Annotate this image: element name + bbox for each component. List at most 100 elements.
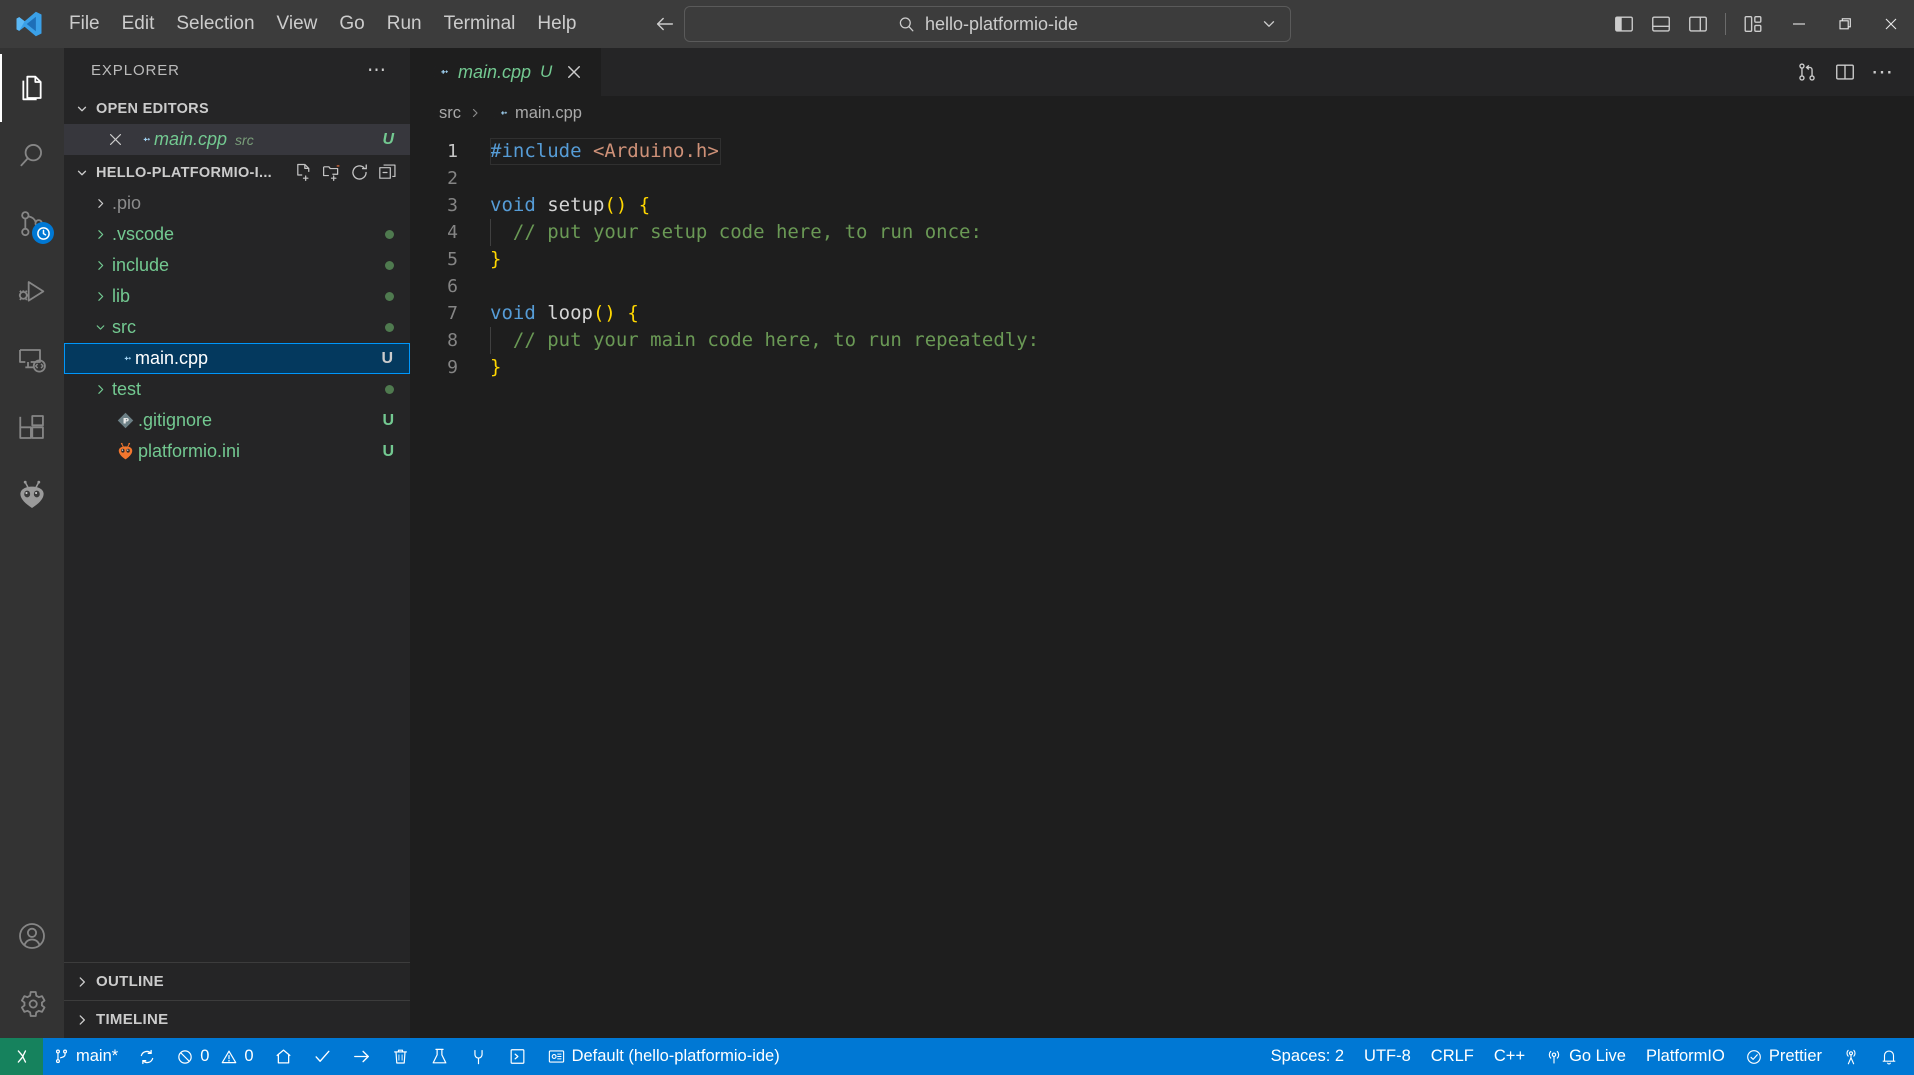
tree-item-label: lib	[112, 286, 131, 306]
menu-run[interactable]: Run	[376, 8, 433, 40]
open-editor-item[interactable]: main.cpp src U	[64, 124, 410, 155]
status-platformio-build[interactable]	[303, 1038, 342, 1075]
maximize-button[interactable]	[1822, 0, 1868, 48]
status-platformio-upload[interactable]	[342, 1038, 381, 1075]
tree-item-test[interactable]: test	[64, 374, 410, 405]
tree-item-gitignore[interactable]: .gitignore U	[64, 405, 410, 436]
code-line: }	[472, 246, 1914, 273]
tree-item-label: platformio.ini	[138, 441, 241, 461]
ellipsis-icon[interactable]: ⋯	[361, 55, 394, 86]
status-remote-tunnel[interactable]	[1832, 1038, 1870, 1075]
command-center[interactable]: hello-platformio-ide	[684, 6, 1291, 42]
tree-item-vscode[interactable]: .vscode	[64, 219, 410, 250]
collapse-all-icon[interactable]	[376, 162, 398, 184]
activitybar-item-run-and-debug[interactable]	[0, 258, 64, 326]
activitybar-item-search[interactable]	[0, 122, 64, 190]
status-git-sync[interactable]	[128, 1038, 166, 1075]
section-workspace-folder[interactable]: HELLO-PLATFORMIO-I...	[64, 157, 410, 188]
close-icon[interactable]	[102, 131, 128, 148]
warning-icon	[220, 1048, 238, 1066]
refresh-icon[interactable]	[348, 162, 370, 184]
status-platformio-home[interactable]	[264, 1038, 303, 1075]
status-language-mode[interactable]: C++	[1484, 1038, 1535, 1075]
folder-actions	[292, 162, 410, 184]
files-icon	[16, 72, 48, 104]
title-bar: File Edit Selection View Go Run Terminal…	[0, 0, 1914, 48]
tree-item-src[interactable]: src	[64, 312, 410, 343]
breadcrumb-item-main-cpp[interactable]: main.cpp	[489, 104, 582, 123]
status-platformio-project-env[interactable]: Default (hello-platformio-ide)	[537, 1038, 790, 1075]
status-eol[interactable]: CRLF	[1421, 1038, 1484, 1075]
close-button[interactable]	[1868, 0, 1914, 48]
line-number: 9	[447, 357, 458, 378]
ellipsis-icon[interactable]: ⋯	[1866, 55, 1900, 89]
tree-item-platformio-ini[interactable]: platformio.ini U	[64, 436, 410, 467]
activitybar-item-platformio[interactable]	[0, 462, 64, 530]
tree-item-lib[interactable]: lib	[64, 281, 410, 312]
back-arrow-icon[interactable]	[648, 9, 682, 39]
title-bar-right	[1607, 0, 1914, 48]
status-remote-indicator[interactable]	[0, 1038, 43, 1075]
status-go-live-label: Go Live	[1569, 1047, 1626, 1065]
code-content[interactable]: #include <Arduino.h> void setup() { // p…	[472, 130, 1914, 1038]
menu-help[interactable]: Help	[526, 8, 587, 40]
layout-customize-icon[interactable]	[1736, 7, 1770, 41]
layout-sidebar-left-icon[interactable]	[1607, 7, 1641, 41]
code-token: ()	[592, 302, 616, 324]
cpp-icon	[428, 62, 449, 83]
status-problems[interactable]: 0 0	[166, 1038, 263, 1075]
tab-main-cpp[interactable]: main.cpp U	[410, 48, 603, 96]
chevron-right-icon	[88, 290, 112, 303]
close-icon[interactable]	[561, 59, 587, 85]
breadcrumb-item-src[interactable]: src	[439, 104, 461, 123]
status-branch-label: main*	[76, 1047, 119, 1065]
code-token: }	[490, 356, 502, 378]
menu-edit[interactable]: Edit	[111, 8, 166, 40]
activitybar-item-remote-explorer[interactable]	[0, 326, 64, 394]
status-notifications[interactable]	[1870, 1038, 1914, 1075]
tree-item-include[interactable]: include	[64, 250, 410, 281]
menu-terminal[interactable]: Terminal	[433, 8, 527, 40]
tree-item-main-cpp[interactable]: main.cpp U	[64, 343, 410, 374]
chevron-right-icon	[88, 383, 112, 396]
status-prettier[interactable]: Prettier	[1735, 1038, 1832, 1075]
status-go-live[interactable]: Go Live	[1535, 1038, 1636, 1075]
new-folder-icon[interactable]	[320, 162, 342, 184]
minimize-button[interactable]	[1776, 0, 1822, 48]
section-timeline[interactable]: TIMELINE	[64, 1000, 410, 1038]
activitybar-item-extensions[interactable]	[0, 394, 64, 462]
status-git-branch[interactable]: main*	[43, 1038, 128, 1075]
tree-item-pio[interactable]: .pio	[64, 188, 410, 219]
tab-label: main.cpp	[458, 61, 532, 82]
status-platformio-clean[interactable]	[381, 1038, 420, 1075]
activitybar-item-accounts[interactable]	[0, 902, 64, 970]
status-indentation[interactable]: Spaces: 2	[1261, 1038, 1354, 1075]
split-editor-icon[interactable]	[1828, 55, 1862, 89]
code-line: void loop() {	[472, 300, 1914, 327]
vscode-logo-icon	[0, 9, 58, 39]
layout-sidebar-right-icon[interactable]	[1681, 7, 1715, 41]
section-open-editors[interactable]: OPEN EDITORS	[64, 93, 410, 124]
activitybar-item-settings[interactable]	[0, 970, 64, 1038]
section-outline[interactable]: OUTLINE	[64, 962, 410, 1000]
menu-go[interactable]: Go	[328, 8, 375, 40]
editor-group: main.cpp U ⋯ src main.cpp 1 2 3 4 5 6 7 …	[410, 48, 1914, 1038]
status-platformio-terminal[interactable]	[498, 1038, 537, 1075]
status-platformio-test[interactable]	[420, 1038, 459, 1075]
git-compare-icon[interactable]	[1790, 55, 1824, 89]
remote-explorer-icon	[16, 344, 48, 376]
code-editor[interactable]: 1 2 3 4 5 6 7 8 9 #include <Arduino.h> v…	[410, 130, 1914, 1038]
menu-view[interactable]: View	[266, 8, 329, 40]
new-file-icon[interactable]	[292, 162, 314, 184]
status-encoding[interactable]: UTF-8	[1354, 1038, 1421, 1075]
chevron-down-icon[interactable]	[1260, 15, 1278, 33]
layout-panel-icon[interactable]	[1644, 7, 1678, 41]
menu-file[interactable]: File	[58, 8, 111, 40]
status-platformio[interactable]: PlatformIO	[1636, 1038, 1735, 1075]
activitybar-item-explorer[interactable]	[0, 54, 64, 122]
menu-selection[interactable]: Selection	[165, 8, 265, 40]
activitybar-item-source-control[interactable]	[0, 190, 64, 258]
status-platformio-serial-monitor[interactable]	[459, 1038, 498, 1075]
